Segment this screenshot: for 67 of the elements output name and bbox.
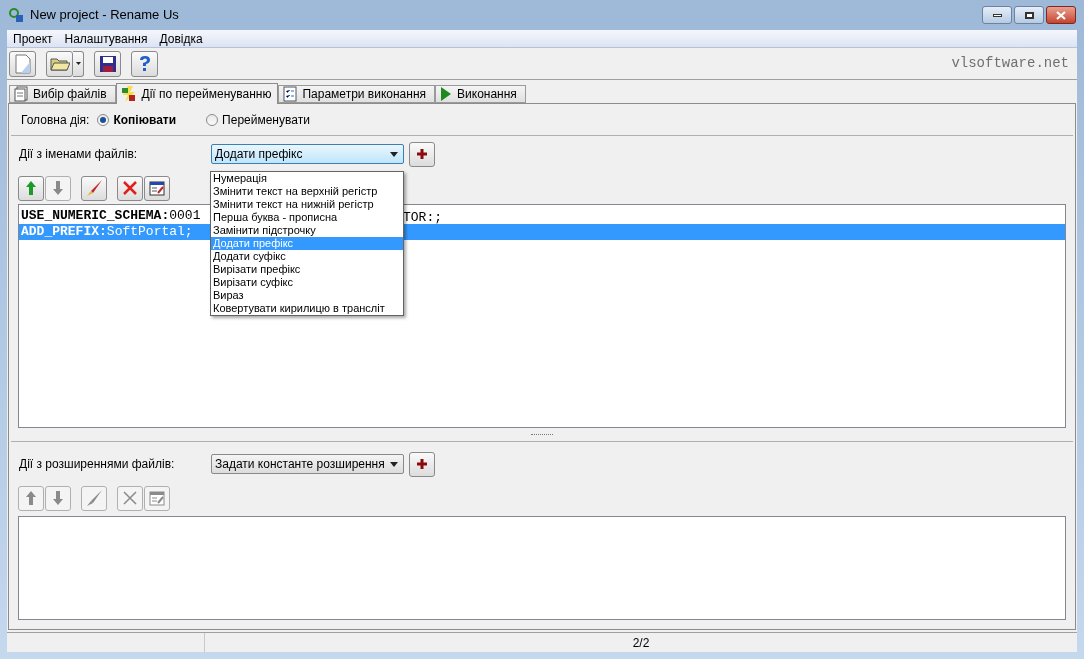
menu-item[interactable]: Налаштування — [58, 29, 154, 48]
radio-button[interactable]: Перейменувати — [206, 110, 310, 129]
extension-actions-label: Дії з розширеннями файлів: — [19, 456, 176, 473]
extension-rules-list[interactable] — [18, 516, 1066, 620]
up-arrow-icon — [26, 491, 36, 505]
dropdown-arrow-button[interactable] — [73, 50, 84, 77]
plus-icon — [417, 459, 427, 469]
tab[interactable]: Вибір файлів — [9, 85, 116, 103]
add-button[interactable] — [409, 141, 435, 167]
tab[interactable]: Виконання — [435, 85, 526, 103]
splitter-handle[interactable] — [531, 434, 553, 435]
dropdown-option[interactable]: Вирізати префікс — [211, 263, 403, 276]
dropdown-option[interactable]: Змінити текст на верхній регістр — [211, 185, 403, 198]
delete-icon — [123, 181, 137, 195]
rule-value: 0001 — [169, 207, 201, 226]
folder-icon — [49, 55, 70, 72]
rule-text: TOR:; — [403, 209, 442, 227]
play-icon — [440, 87, 453, 101]
maximize-button[interactable] — [1014, 6, 1044, 24]
close-icon — [1056, 10, 1066, 20]
question-mark-icon — [137, 54, 152, 73]
dropdown-option[interactable]: Замінити підстрочку — [211, 224, 403, 237]
up-button[interactable] — [18, 175, 44, 201]
down-arrow-icon — [53, 491, 63, 505]
dropdown-arrow-icon — [75, 62, 81, 65]
window-title: New project - Rename Us — [30, 6, 179, 25]
dropdown-option[interactable]: Ковертувати кирилицю в трансліт — [211, 302, 403, 315]
add-button[interactable] — [409, 451, 435, 477]
app-icon — [8, 7, 24, 23]
dropdown-option[interactable]: Вирізати суфікс — [211, 276, 403, 289]
letters-icon — [120, 86, 137, 102]
dropdown-option[interactable]: Перша буква - прописна — [211, 211, 403, 224]
extension-action-combo[interactable]: Задати константе розширення — [211, 454, 404, 474]
status-text: 2/2 — [632, 634, 650, 652]
document-icon — [14, 86, 28, 102]
new-file-icon — [14, 53, 31, 74]
form-icon — [149, 180, 165, 196]
delete-icon — [123, 491, 137, 505]
radio-button[interactable]: Копіювати — [97, 110, 177, 129]
open-button[interactable] — [46, 50, 73, 77]
dropdown-option[interactable]: Додати суфікс — [211, 250, 403, 263]
menu-item[interactable]: Довідка — [153, 29, 209, 48]
dropdown-arrow-icon — [390, 461, 398, 467]
plus-icon — [417, 149, 427, 159]
rule-value: SoftPortal; — [106, 223, 193, 242]
name-actions-label: Дії з іменами файлів: — [19, 146, 139, 163]
tab[interactable]: Дії по перейменуванню — [115, 83, 279, 104]
down-arrow-icon — [53, 181, 63, 195]
minimize-button[interactable] — [982, 6, 1012, 24]
up-arrow-icon — [26, 181, 36, 195]
edit-button[interactable] — [81, 175, 107, 201]
help-button[interactable] — [131, 50, 158, 77]
checklist-icon — [283, 86, 298, 102]
website-label: vlsoftware.net — [951, 54, 1069, 73]
dropdown-arrow-icon — [390, 151, 398, 157]
menu-item[interactable]: Проект — [7, 29, 59, 48]
name-action-combo[interactable]: Додати префікс — [211, 144, 404, 164]
main-action-label: Головна дія: — [21, 111, 90, 129]
properties-button[interactable] — [144, 175, 170, 201]
delete-button[interactable] — [117, 175, 143, 201]
close-button[interactable] — [1046, 6, 1076, 24]
tab[interactable]: Параметри виконання — [278, 85, 436, 103]
dropdown-option[interactable]: Нумерація — [211, 172, 403, 185]
dropdown-option[interactable]: Вираз — [211, 289, 403, 302]
form-icon — [149, 490, 165, 506]
save-button[interactable] — [94, 50, 121, 77]
new-button[interactable] — [9, 50, 36, 77]
